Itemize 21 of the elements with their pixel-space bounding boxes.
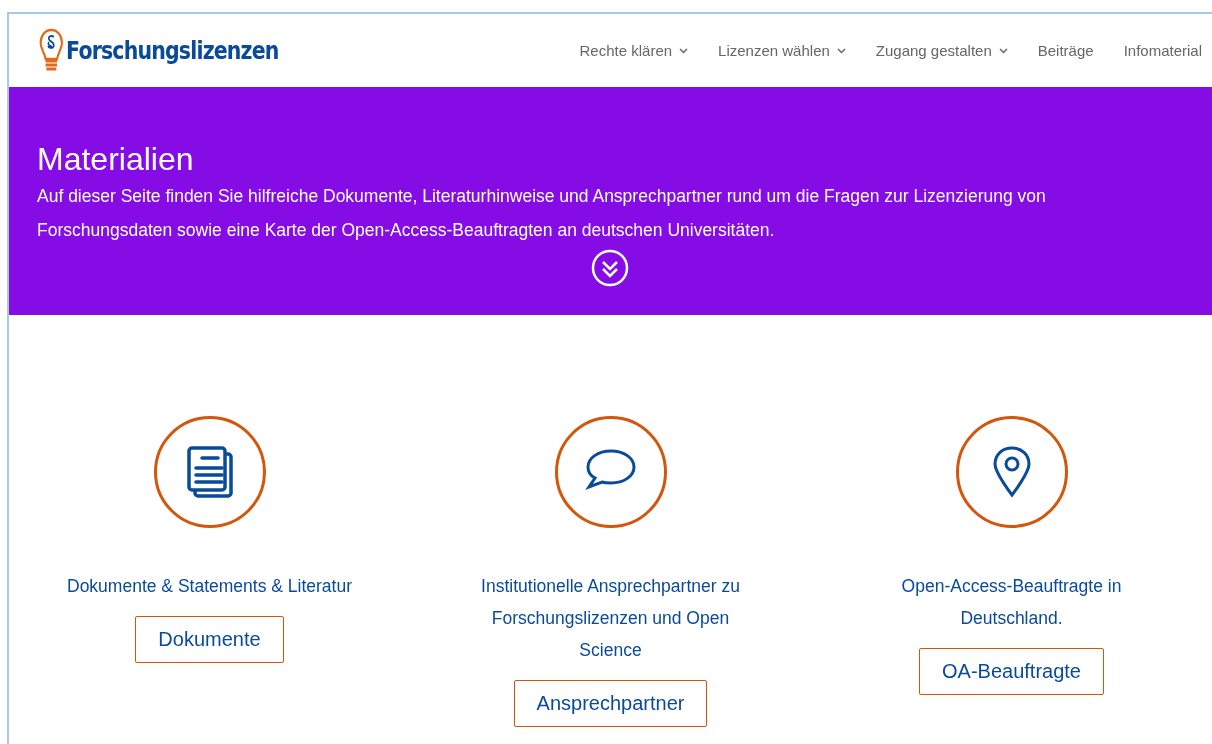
card-caption: Open-Access-Beauftragte in Deutschland.: [900, 575, 1123, 630]
card-button[interactable]: OA-Beauftragte: [919, 648, 1104, 695]
card-button[interactable]: Dokumente: [135, 616, 284, 663]
card-caption: Institutionelle Ansprechpartner zu Forschungslizenzen und Open Science: [480, 575, 741, 662]
nav-link[interactable]: Infomaterial: [1123, 42, 1202, 59]
nav-link[interactable]: Zugang gestalten: [875, 42, 1008, 59]
nav-link[interactable]: Beiträge: [1037, 42, 1094, 59]
nav-link[interactable]: Lizenzen wählen: [718, 42, 846, 59]
chevron-down-icon: [998, 47, 1008, 54]
intro-paragraph: Auf dieser Seite finden Sie hilfreiche Dokumente, Literaturhinweise und Ansprechpartner rund um die Fragen zur Lizenzierung von Forschungsdaten sowie eine Karte der Open-Access-Beauftragten an deutschen Universitäten.: [37, 185, 1047, 242]
map-pin-icon: [992, 446, 1031, 498]
chevron-down-icon: [836, 47, 846, 54]
scroll-down-icon[interactable]: [590, 249, 629, 287]
card-caption: Dokumente & Statements & Literatur: [66, 575, 353, 598]
page-title: Materialien: [37, 140, 195, 179]
lightbulb-icon: [39, 27, 64, 74]
nav-link[interactable]: Rechte klären: [579, 42, 689, 59]
chevron-down-icon: [679, 47, 689, 54]
documents-icon: [186, 446, 233, 498]
card-button[interactable]: Ansprechpartner: [513, 680, 708, 727]
site-logo-text[interactable]: Forschungslizenzen: [66, 36, 279, 65]
